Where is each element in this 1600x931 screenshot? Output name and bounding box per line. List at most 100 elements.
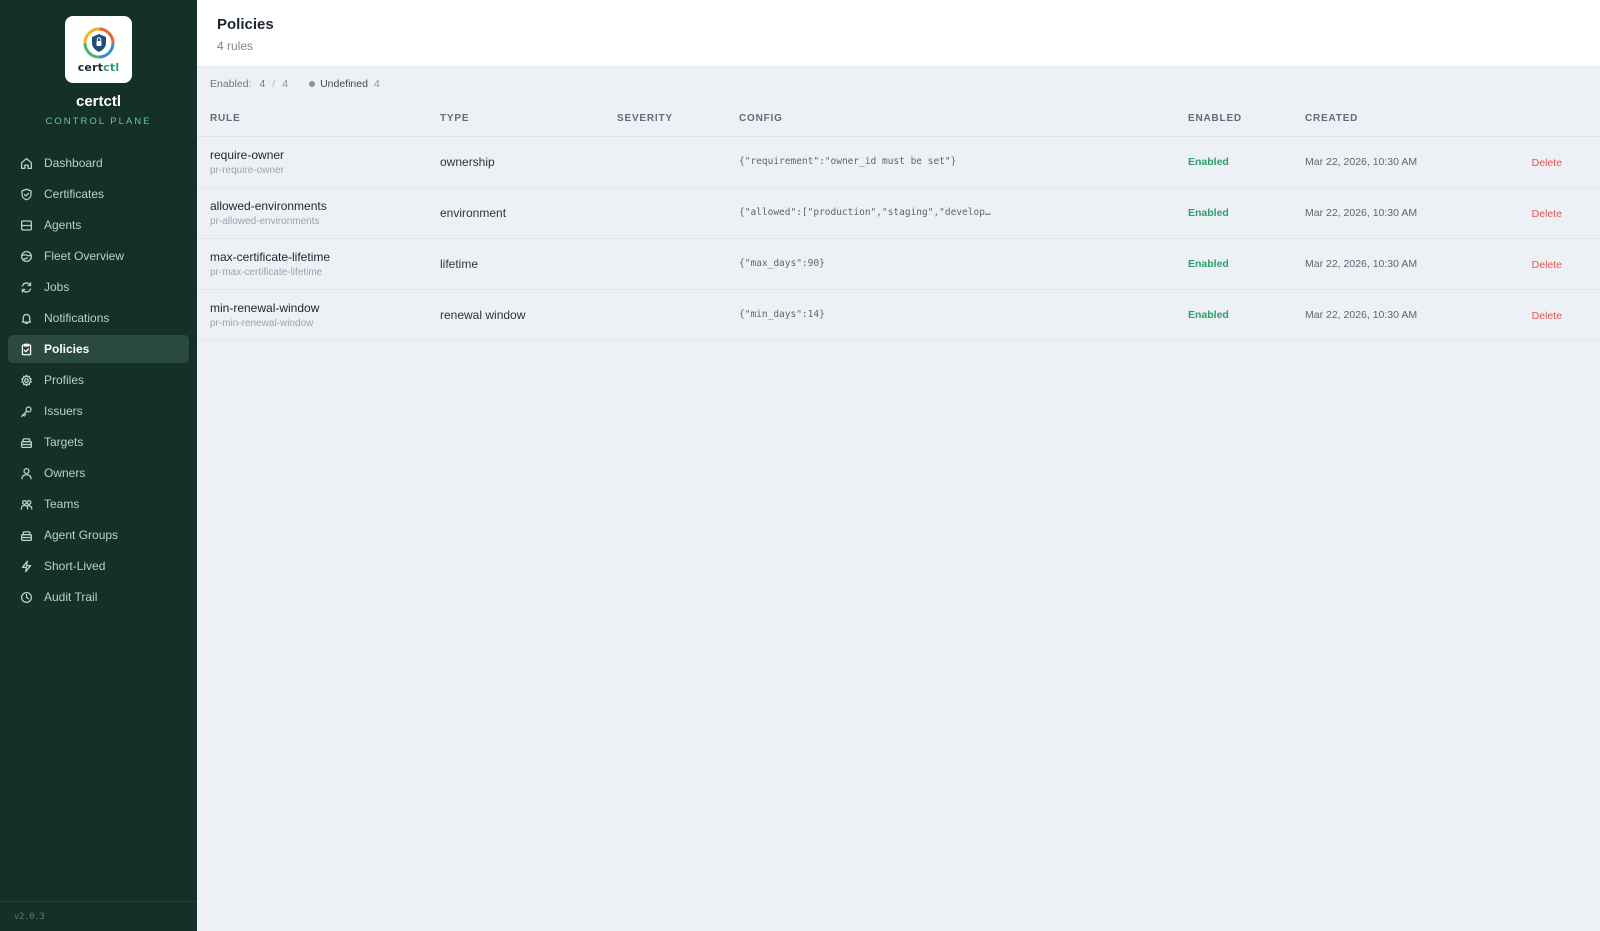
box-icon [19, 435, 33, 449]
sidebar-item-label: Issuers [44, 404, 83, 418]
sidebar-item-notifications[interactable]: Notifications [8, 304, 189, 332]
enabled-label: Enabled: [210, 78, 252, 90]
type-cell: environment [440, 187, 617, 239]
globe-icon [19, 249, 33, 263]
version-bar: v2.0.3 [0, 901, 197, 931]
table-row[interactable]: require-owner pr-require-owner ownership… [197, 136, 1600, 188]
rule-id: pr-require-owner [210, 164, 284, 176]
severity-cell [617, 187, 739, 239]
enabled-status: Enabled [1188, 289, 1305, 341]
sidebar-item-label: Policies [44, 342, 90, 356]
sidebar-item-owners[interactable]: Owners [8, 459, 189, 487]
sidebar-item-short-lived[interactable]: Short-Lived [8, 552, 189, 580]
column-header-actions [1505, 101, 1600, 137]
main-content: Policies 4 rules Enabled: 4 / 4 Undefine… [197, 0, 1600, 931]
sidebar-item-audit-trail[interactable]: Audit Trail [8, 583, 189, 611]
enabled-status: Enabled [1188, 238, 1305, 290]
policy-summary: Enabled: 4 / 4 Undefined 4 [197, 67, 1600, 101]
status-dot-icon [309, 81, 316, 87]
logo-wordmark: certctl [77, 60, 120, 74]
undefined-count: 4 [373, 78, 380, 90]
rule-cell: allowed-environments pr-allowed-environm… [197, 187, 440, 239]
sidebar-item-issuers[interactable]: Issuers [8, 397, 189, 425]
sidebar-item-certificates[interactable]: Certificates [8, 180, 189, 208]
brand: certctl certctl CONTROL PLANE [0, 0, 197, 127]
action-cell: Delete [1505, 238, 1600, 290]
rule-name: min-renewal-window [210, 300, 320, 315]
config-cell: {"max_days":90} [739, 238, 1188, 290]
sidebar-nav: Dashboard Certificates Agents Fleet Over… [0, 149, 197, 611]
rule-cell: require-owner pr-require-owner [197, 136, 440, 188]
sidebar-item-label: Audit Trail [44, 590, 98, 604]
brand-subtitle: CONTROL PLANE [45, 116, 152, 127]
severity-cell [617, 136, 739, 188]
table-header-row: RULE TYPE SEVERITY CONFIG ENABLED CREATE… [197, 101, 1600, 137]
rule-id: pr-allowed-environments [210, 215, 320, 227]
sidebar-item-label: Fleet Overview [44, 249, 125, 263]
rule-id: pr-min-renewal-window [210, 317, 314, 329]
sidebar: certctl certctl CONTROL PLANE Dashboard … [0, 0, 197, 931]
sidebar-item-label: Jobs [44, 280, 70, 294]
logo-shield-icon [83, 27, 114, 58]
key-icon [19, 404, 33, 418]
delete-button[interactable]: Delete [1532, 208, 1562, 220]
sidebar-item-fleet-overview[interactable]: Fleet Overview [8, 242, 189, 270]
column-header-enabled[interactable]: ENABLED [1188, 101, 1305, 137]
sidebar-item-label: Short-Lived [44, 559, 106, 573]
column-header-severity[interactable]: SEVERITY [617, 101, 739, 137]
config-cell: {"min_days":14} [739, 289, 1188, 341]
created-cell: Mar 22, 2026, 10:30 AM [1305, 238, 1505, 290]
delete-button[interactable]: Delete [1532, 310, 1562, 322]
sidebar-item-label: Agents [44, 218, 82, 232]
created-cell: Mar 22, 2026, 10:30 AM [1305, 289, 1505, 341]
column-header-config[interactable]: CONFIG [739, 101, 1188, 137]
sidebar-item-agent-groups[interactable]: Agent Groups [8, 521, 189, 549]
sidebar-item-label: Certificates [44, 187, 105, 201]
severity-cell [617, 238, 739, 290]
enabled-count: 4 [259, 78, 266, 90]
sidebar-item-jobs[interactable]: Jobs [8, 273, 189, 301]
type-cell: lifetime [440, 238, 617, 290]
enabled-status: Enabled [1188, 187, 1305, 239]
rule-name: allowed-environments [210, 198, 327, 213]
table-row[interactable]: min-renewal-window pr-min-renewal-window… [197, 289, 1600, 341]
table-row[interactable]: allowed-environments pr-allowed-environm… [197, 187, 1600, 239]
undefined-label: Undefined [320, 78, 368, 90]
clipboard-check-icon [19, 342, 33, 356]
page-title: Policies [217, 16, 274, 33]
action-cell: Delete [1505, 136, 1600, 188]
sidebar-item-profiles[interactable]: Profiles [8, 366, 189, 394]
sidebar-item-dashboard[interactable]: Dashboard [8, 149, 189, 177]
layers-icon [19, 528, 33, 542]
sidebar-item-label: Targets [44, 435, 84, 449]
rule-cell: max-certificate-lifetime pr-max-certific… [197, 238, 440, 290]
sidebar-item-agents[interactable]: Agents [8, 211, 189, 239]
column-header-type[interactable]: TYPE [440, 101, 617, 137]
sidebar-item-label: Agent Groups [44, 528, 119, 542]
count-separator: / [272, 78, 276, 90]
sidebar-item-targets[interactable]: Targets [8, 428, 189, 456]
created-cell: Mar 22, 2026, 10:30 AM [1305, 136, 1505, 188]
enabled-status: Enabled [1188, 136, 1305, 188]
column-header-created[interactable]: CREATED [1305, 101, 1505, 137]
server-icon [19, 218, 33, 232]
config-cell: {"requirement":"owner_id must be set"} [739, 136, 1188, 188]
lightning-icon [19, 559, 33, 573]
users-icon [19, 497, 33, 511]
sidebar-item-policies[interactable]: Policies [8, 335, 189, 363]
sidebar-item-label: Owners [44, 466, 86, 480]
sidebar-item-teams[interactable]: Teams [8, 490, 189, 518]
table-row[interactable]: max-certificate-lifetime pr-max-certific… [197, 238, 1600, 290]
shield-icon [19, 187, 33, 201]
sidebar-item-label: Dashboard [44, 156, 103, 170]
sidebar-item-label: Profiles [44, 373, 85, 387]
sidebar-item-label: Notifications [44, 311, 110, 325]
column-header-rule[interactable]: RULE [197, 101, 440, 137]
type-cell: renewal window [440, 289, 617, 341]
delete-button[interactable]: Delete [1532, 157, 1562, 169]
type-cell: ownership [440, 136, 617, 188]
rule-name: max-certificate-lifetime [210, 249, 331, 264]
logo[interactable]: certctl [65, 16, 132, 83]
delete-button[interactable]: Delete [1532, 259, 1562, 271]
gear-icon [19, 373, 33, 387]
